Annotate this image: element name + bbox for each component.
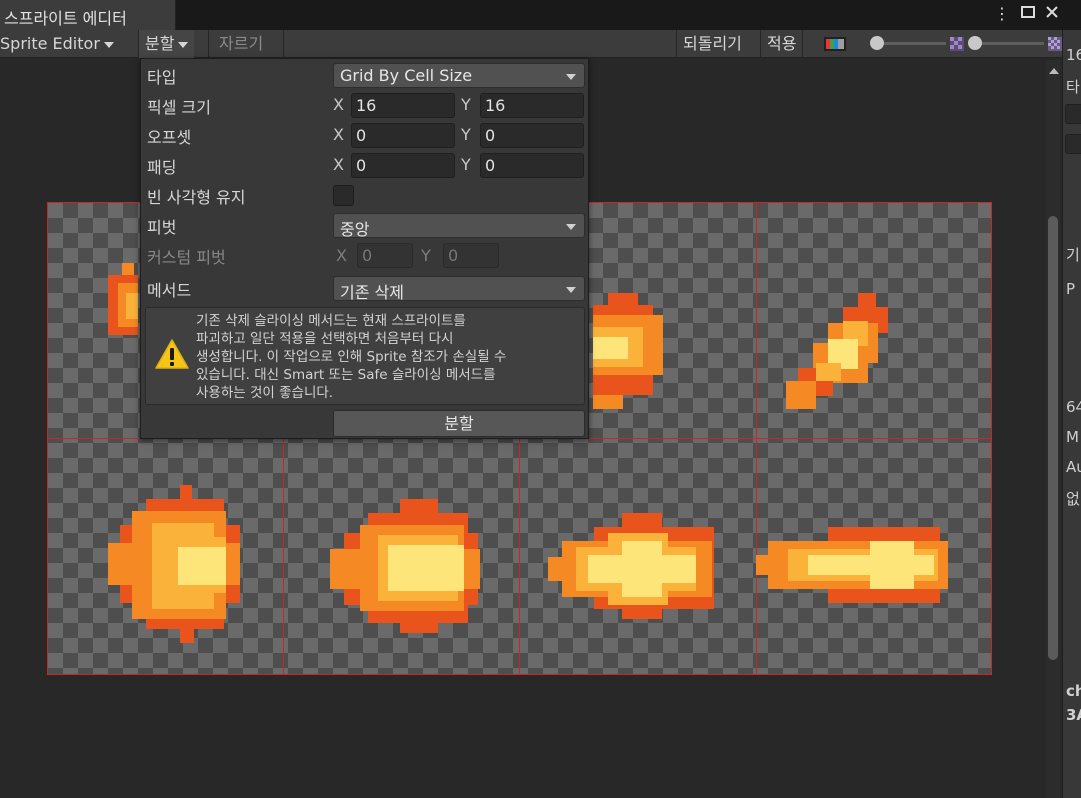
inspector-text: M: [1066, 428, 1079, 446]
scroll-up-icon[interactable]: [1049, 68, 1059, 74]
chevron-down-icon: [566, 74, 576, 80]
inspector-text: Au: [1066, 458, 1081, 476]
inspector-text: 64: [1066, 398, 1081, 416]
offset-x-label: X: [333, 125, 344, 144]
sprite-cell-3: [593, 293, 663, 409]
mode-dropdown[interactable]: Sprite Editor: [0, 30, 120, 58]
warning-text: 기존 삭제 슬라이싱 메서드는 현재 스프라이트를 파괴하고 일단 적용을 선택…: [196, 312, 576, 402]
keep-empty-label: 빈 사각형 유지: [147, 188, 246, 207]
inspector-text: 타: [1066, 78, 1080, 96]
inspector-text: 없: [1066, 490, 1080, 508]
offset-y-field[interactable]: 0: [480, 123, 584, 148]
slice-button[interactable]: 분할: [333, 410, 585, 437]
warning-line: 파괴하고 일단 적용을 선택하면 처음부터 다시: [196, 331, 454, 347]
custom-pivot-y-label: Y: [421, 246, 431, 265]
pixel-size-y-label: Y: [461, 95, 471, 114]
zoom-slider-knob[interactable]: [870, 36, 884, 50]
warning-line: 있습니다. 대신 Smart 또는 Safe 슬라이싱 메서드를: [196, 367, 496, 383]
warning-line: 생성합니다. 이 작업으로 인해 Sprite 참조가 손실될 수: [196, 349, 507, 365]
method-dropdown-value: 기존 삭제: [340, 283, 404, 302]
type-label: 타입: [147, 68, 177, 87]
padding-x-label: X: [333, 155, 344, 174]
revert-button[interactable]: 되돌리기: [676, 30, 748, 58]
mip-slider-track[interactable]: [974, 42, 1044, 45]
sprite-cell-8: [756, 527, 948, 603]
scrollbar-thumb[interactable]: [1048, 216, 1058, 660]
kebab-menu-icon[interactable]: ⋮: [992, 4, 1012, 24]
pivot-dropdown-value: 중앙: [340, 220, 370, 239]
pixel-size-x-field[interactable]: 16: [351, 93, 455, 118]
offset-label: 오프셋: [147, 128, 192, 147]
inspector-text: ch: [1066, 682, 1081, 700]
inspector-text: 기: [1066, 246, 1080, 264]
warning-line: 기존 삭제 슬라이싱 메서드는 현재 스프라이트를: [196, 313, 466, 329]
pivot-label: 피벗: [147, 218, 177, 237]
close-icon[interactable]: [1042, 4, 1062, 24]
chevron-down-icon: [103, 41, 114, 48]
slice-popup: 타입 Grid By Cell Size 픽셀 크기 X 16 Y 16 오프셋…: [140, 58, 589, 439]
window-tab-bar: 스프라이트 에디터 ⋮: [0, 0, 1081, 31]
slice-menu-button[interactable]: 분할: [138, 30, 195, 58]
inspector-field[interactable]: [1065, 134, 1081, 154]
method-dropdown[interactable]: 기존 삭제: [333, 276, 585, 302]
pixel-size-x-label: X: [333, 95, 344, 114]
padding-y-field[interactable]: 0: [480, 153, 584, 178]
rgb-channel-icon[interactable]: [818, 30, 852, 58]
sprite-cell-7: [548, 513, 714, 619]
trim-button[interactable]: 자르기: [208, 30, 284, 58]
mode-dropdown-label: Sprite Editor: [0, 34, 100, 53]
method-label: 메서드: [147, 281, 192, 300]
mip-slider-knob[interactable]: [968, 36, 982, 50]
type-dropdown-value: Grid By Cell Size: [340, 66, 473, 85]
custom-pivot-x-field: 0: [357, 243, 413, 268]
sprite-cell-6: [330, 499, 480, 633]
chevron-down-icon: [566, 224, 576, 230]
apply-button[interactable]: 적용: [760, 30, 804, 58]
pivot-dropdown[interactable]: 중앙: [333, 213, 585, 239]
sprite-cell-5: [108, 485, 240, 643]
custom-pivot-label: 커스텀 피벗: [147, 248, 226, 267]
type-dropdown[interactable]: Grid By Cell Size: [333, 63, 585, 88]
inspector-text: 3A: [1066, 706, 1081, 724]
sprite-cell-1: [108, 263, 138, 335]
padding-label: 패딩: [147, 158, 177, 177]
pixel-size-label: 픽셀 크기: [147, 98, 211, 117]
padding-x-field[interactable]: 0: [351, 153, 455, 178]
padding-y-label: Y: [461, 155, 471, 174]
chevron-down-icon: [566, 287, 576, 293]
inspector-text: P: [1066, 280, 1076, 298]
editor-tab[interactable]: 스프라이트 에디터: [0, 0, 176, 31]
sprite-cell-4: [786, 293, 888, 409]
custom-pivot-y-field: 0: [443, 243, 499, 268]
chevron-down-icon: [178, 41, 189, 48]
warning-line: 사용하는 것이 좋습니다.: [196, 385, 334, 401]
mip-checker-icon: [1048, 37, 1062, 55]
zoom-slider-track[interactable]: [876, 42, 946, 45]
slice-menu-label: 분할: [145, 34, 175, 53]
zoom-checker-icon: [950, 37, 964, 55]
maximize-icon[interactable]: [1018, 4, 1038, 24]
warning-box: 기존 삭제 슬라이싱 메서드는 현재 스프라이트를 파괴하고 일단 적용을 선택…: [145, 307, 585, 405]
warning-icon: [154, 338, 190, 374]
inspector-field[interactable]: [1065, 104, 1081, 124]
inspector-text: 16: [1066, 46, 1081, 64]
offset-x-field[interactable]: 0: [351, 123, 455, 148]
inspector-panel-clipped: 16 타 기 P 64 M Au 없 ch 3A: [1062, 30, 1081, 798]
keep-empty-checkbox[interactable]: [333, 185, 354, 206]
offset-y-label: Y: [461, 125, 471, 144]
custom-pivot-x-label: X: [336, 246, 347, 265]
pixel-size-y-field[interactable]: 16: [480, 93, 584, 118]
